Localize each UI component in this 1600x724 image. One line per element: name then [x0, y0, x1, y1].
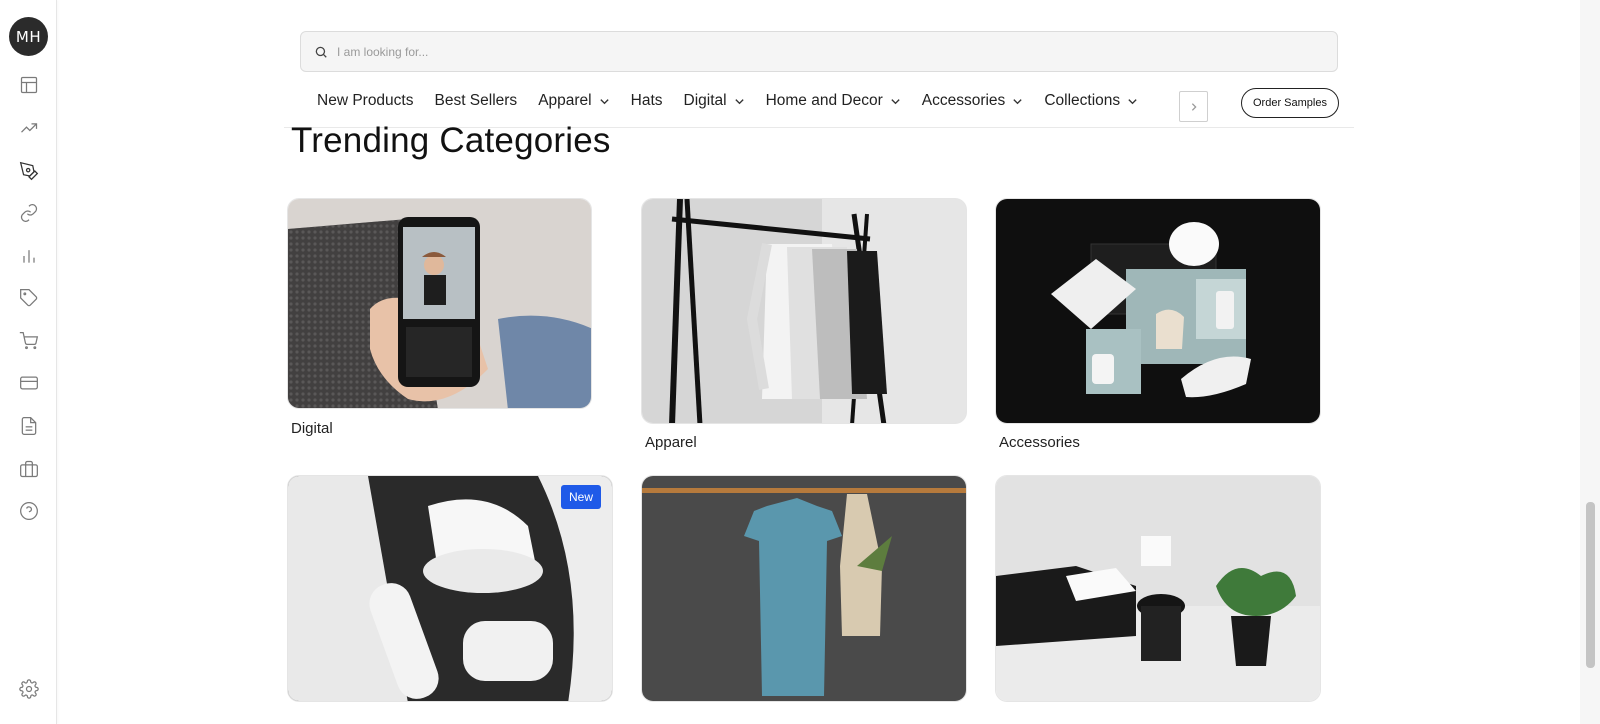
left-sidebar: MH [0, 0, 57, 724]
chevron-down-icon [734, 98, 744, 104]
search-bar[interactable] [300, 31, 1338, 72]
category-card-accessories[interactable]: Accessories [995, 198, 1321, 456]
nav-item-apparel[interactable]: Apparel [538, 92, 609, 110]
help-icon[interactable] [17, 499, 41, 523]
main-content: New Products Best Sellers Apparel Hats D… [57, 0, 1580, 724]
category-label: Digital [291, 420, 333, 437]
section-title: Trending Categories [291, 121, 611, 160]
category-card-tshirt[interactable] [641, 475, 967, 703]
credit-card-icon[interactable] [17, 371, 41, 395]
nav-item-accessories[interactable]: Accessories [922, 92, 1024, 110]
nav-item-best-sellers[interactable]: Best Sellers [434, 92, 517, 110]
category-nav: New Products Best Sellers Apparel Hats D… [317, 88, 1159, 114]
category-label: Accessories [999, 434, 1080, 451]
bar-chart-icon[interactable] [17, 244, 41, 268]
nav-label: Hats [630, 92, 663, 109]
avatar[interactable]: MH [9, 17, 48, 56]
nav-item-home-decor[interactable]: Home and Decor [766, 92, 901, 110]
cart-icon[interactable] [17, 329, 41, 353]
category-image [641, 198, 967, 424]
category-image [287, 198, 592, 409]
briefcase-icon[interactable] [17, 457, 41, 481]
new-badge: New [560, 485, 601, 509]
nav-item-digital[interactable]: Digital [684, 92, 745, 110]
nav-label: New Products [317, 92, 414, 109]
order-samples-button[interactable]: Order Samples [1241, 88, 1339, 118]
chevron-down-icon [891, 98, 900, 104]
search-icon [315, 46, 327, 58]
scroll-thumb[interactable] [1586, 502, 1595, 668]
document-icon[interactable] [17, 414, 41, 438]
category-card-new[interactable]: New [287, 475, 613, 703]
nav-label: Apparel [538, 92, 592, 109]
pen-tool-icon[interactable] [17, 159, 41, 183]
category-card-home-decor[interactable] [995, 475, 1321, 703]
category-card-apparel[interactable]: Apparel [641, 198, 967, 456]
page-scrollbar[interactable] [1580, 0, 1600, 724]
category-label: Apparel [645, 434, 697, 451]
nav-item-new-products[interactable]: New Products [317, 92, 413, 110]
search-input[interactable] [337, 44, 1237, 59]
nav-label: Best Sellers [434, 92, 518, 109]
chevron-right-icon [1191, 102, 1197, 111]
tag-icon[interactable] [17, 286, 41, 310]
category-image [287, 475, 613, 702]
nav-item-hats[interactable]: Hats [631, 92, 663, 110]
layout-icon[interactable] [17, 73, 41, 97]
nav-label: Home and Decor [765, 92, 883, 109]
nav-label: Collections [1044, 92, 1121, 109]
chevron-down-icon [1013, 98, 1022, 104]
trending-icon[interactable] [17, 116, 41, 140]
category-card-digital[interactable]: Digital [287, 198, 592, 443]
nav-label: Accessories [921, 92, 1006, 109]
settings-icon[interactable] [17, 677, 41, 701]
nav-scroll-next-button[interactable] [1179, 91, 1208, 122]
link-icon[interactable] [17, 201, 41, 225]
nav-label: Digital [683, 92, 727, 109]
chevron-down-icon [599, 98, 609, 104]
category-image [641, 475, 967, 702]
category-image [995, 475, 1321, 702]
category-image [995, 198, 1321, 424]
nav-item-collections[interactable]: Collections [1044, 92, 1138, 110]
chevron-down-icon [1128, 98, 1137, 104]
